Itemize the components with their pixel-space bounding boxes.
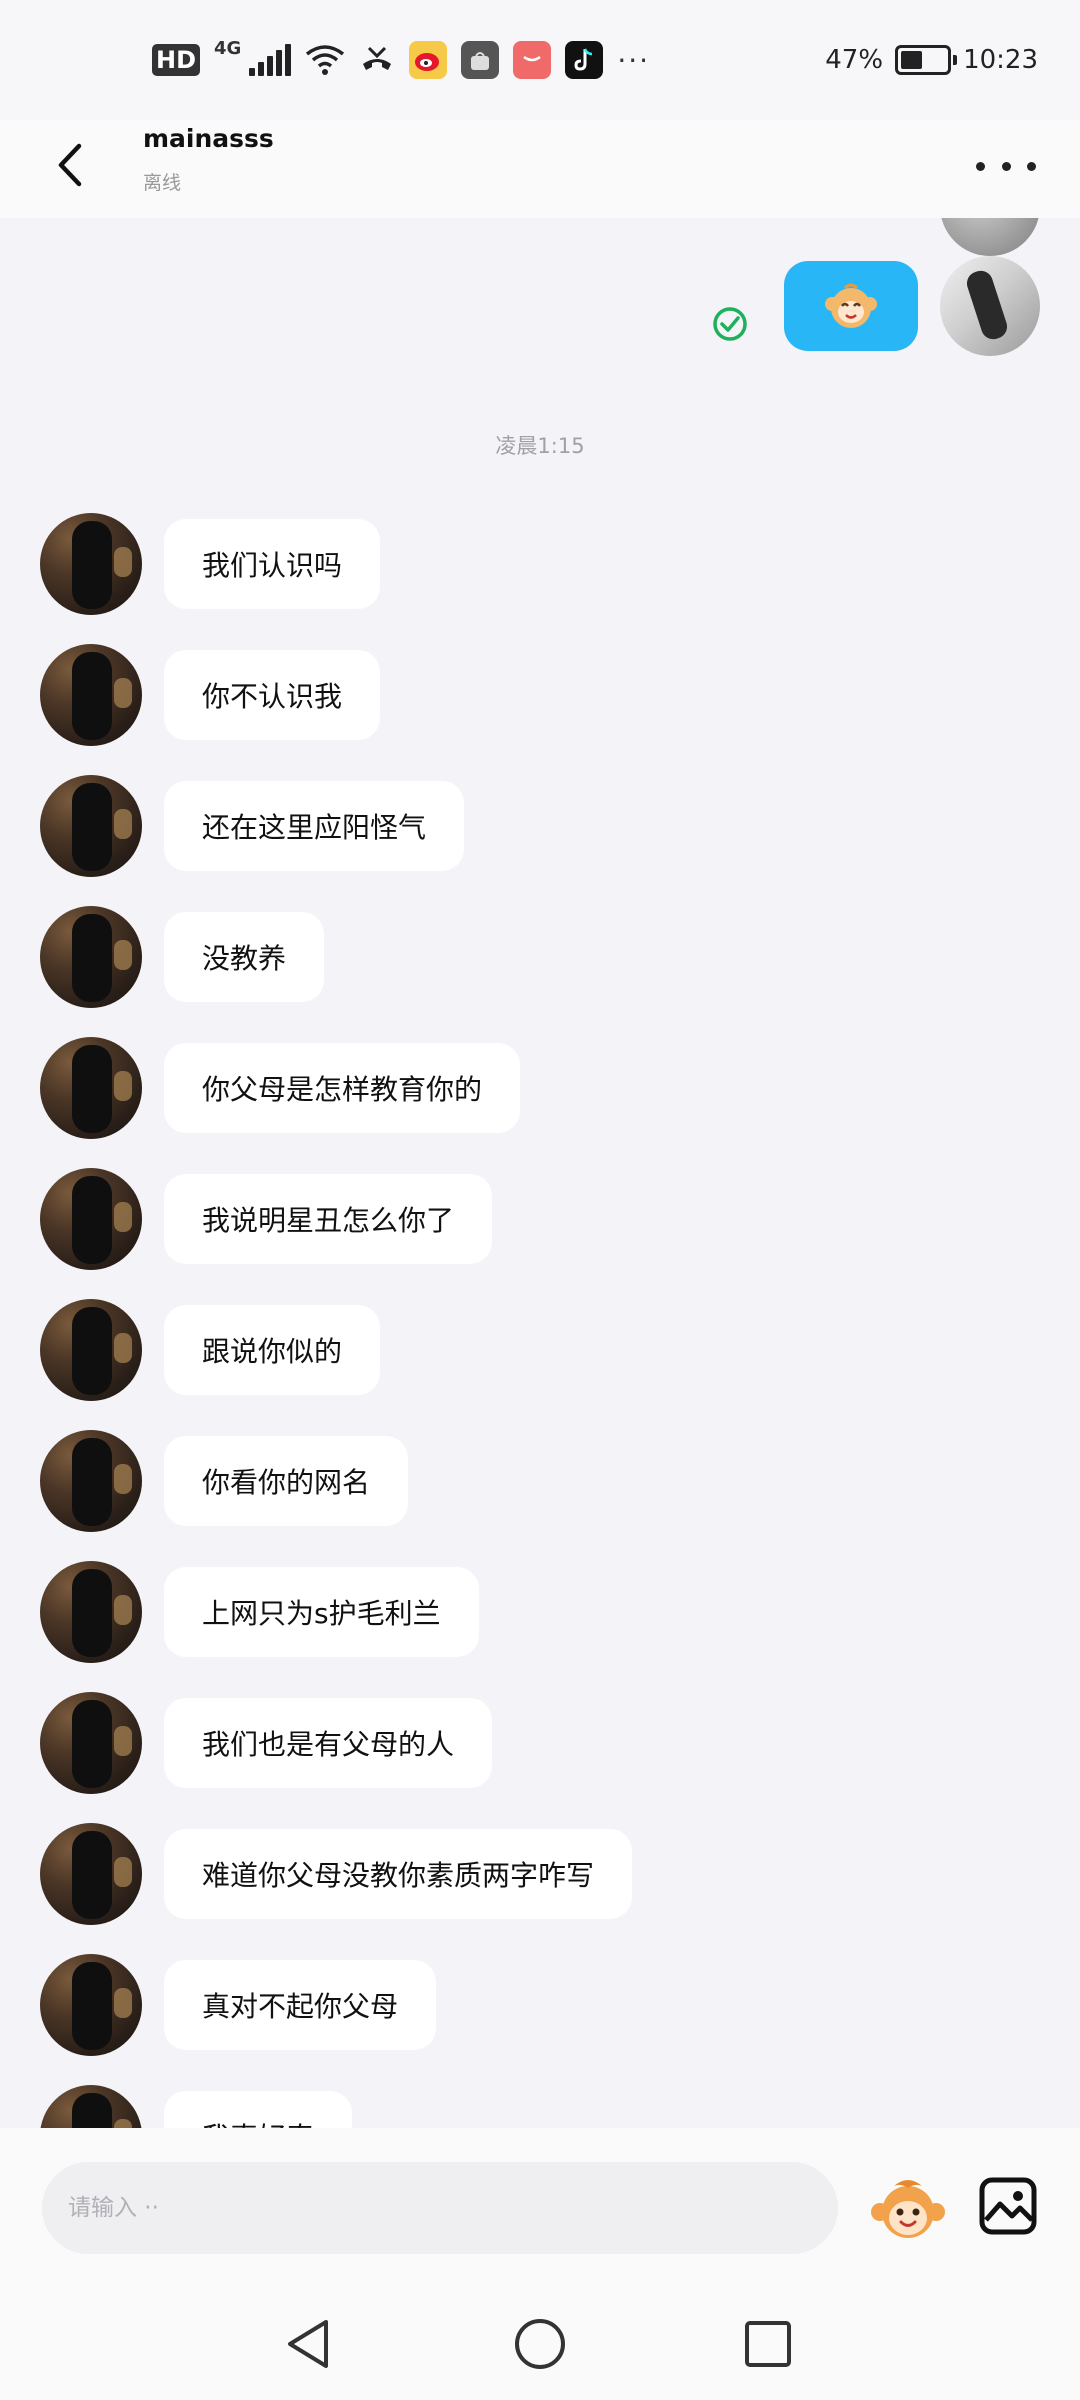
missed-call-icon [363, 46, 392, 70]
message-bubble[interactable]: 没教养 [164, 911, 325, 1002]
weibo-app-icon [409, 41, 448, 79]
wifi-icon [306, 45, 345, 75]
avatar[interactable] [40, 643, 142, 746]
avatar[interactable] [40, 1691, 142, 1794]
sticker-message-bubble[interactable] [784, 261, 918, 351]
avatar[interactable] [40, 1429, 142, 1532]
list-item: 上网只为s护毛利兰 [40, 1546, 632, 1677]
nav-recents-button[interactable] [728, 2304, 808, 2384]
avatar[interactable] [40, 512, 142, 615]
contact-status: 离线 [143, 172, 182, 194]
received-message-list: 我们认识吗 你不认识我 还在这里应阳怪气 没教养 你父母是怎样教育你的 我说明星… [40, 498, 633, 2128]
avatar [940, 218, 1040, 256]
battery-icon [895, 45, 958, 75]
list-item: 你看你的网名 [40, 1415, 632, 1546]
back-button[interactable] [40, 130, 100, 200]
message-timestamp: 凌晨1:15 [495, 434, 585, 458]
image-button[interactable] [976, 2174, 1040, 2238]
message-bubble[interactable]: 上网只为s护毛利兰 [164, 1566, 479, 1657]
list-item: 我们认识吗 [40, 498, 632, 629]
battery-level-fill [901, 51, 922, 69]
more-options-button[interactable] [976, 146, 1036, 186]
circle-home-icon [515, 2319, 565, 2369]
more-horizontal-icon [976, 161, 985, 171]
message-bubble[interactable]: 我们认识吗 [164, 518, 381, 609]
monkey-emoji-icon [871, 2180, 945, 2238]
avatar[interactable] [40, 1560, 142, 1663]
list-item: 我真好奇 [40, 2070, 632, 2128]
avatar[interactable] [40, 1298, 142, 1401]
avatar[interactable] [40, 1167, 142, 1270]
message-bubble[interactable]: 你不认识我 [164, 649, 381, 740]
avatar[interactable] [40, 1822, 142, 1925]
message-bubble[interactable]: 你看你的网名 [164, 1435, 409, 1526]
shopping-app-icon [513, 41, 552, 79]
bag-app-icon [461, 41, 500, 79]
message-bubble[interactable]: 真对不起你父母 [164, 1959, 437, 2050]
chat-messages[interactable]: 凌晨1:15 我们认识吗 你不认识我 还在这里应阳怪气 没教养 你父母是怎样教育… [0, 218, 1080, 2128]
system-navigation-bar [0, 2288, 1080, 2400]
hd-indicator: HD [152, 44, 201, 76]
message-bubble[interactable]: 跟说你似的 [164, 1304, 381, 1395]
message-input[interactable] [42, 2162, 838, 2254]
chevron-left-icon [58, 143, 82, 187]
nav-home-button[interactable] [500, 2304, 580, 2384]
message-bubble[interactable]: 你父母是怎样教育你的 [164, 1042, 521, 1133]
message-input-bar [0, 2128, 1080, 2288]
clock: 10:23 [963, 45, 1038, 75]
avatar[interactable] [40, 1036, 142, 1139]
triangle-back-icon [288, 2320, 328, 2368]
avatar[interactable] [40, 1953, 142, 2056]
list-item: 没教养 [40, 891, 632, 1022]
chat-header: mainasss 离线 [0, 120, 1080, 219]
list-item: 跟说你似的 [40, 1284, 632, 1415]
sent-message [712, 256, 1040, 356]
message-bubble[interactable]: 还在这里应阳怪气 [164, 780, 465, 871]
avatar[interactable] [40, 905, 142, 1008]
square-recents-icon [745, 2321, 791, 2367]
list-item: 难道你父母没教你素质两字咋写 [40, 1808, 633, 1939]
status-bar: HD 4G ··· 47% 10:23 [0, 0, 1080, 120]
avatar[interactable] [940, 256, 1040, 356]
message-bubble[interactable]: 我们也是有父母的人 [164, 1697, 493, 1788]
status-icons-left: HD 4G ··· [152, 36, 650, 84]
avatar[interactable] [40, 2084, 142, 2128]
contact-name[interactable]: mainasss [143, 124, 274, 153]
more-notifications-indicator: ··· [617, 43, 651, 77]
signal-icon [249, 44, 292, 76]
list-item: 你不认识我 [40, 629, 632, 760]
list-item: 真对不起你父母 [40, 1939, 632, 2070]
message-bubble[interactable]: 难道你父母没教你素质两字咋写 [164, 1828, 633, 1919]
emoji-button[interactable] [868, 2174, 948, 2244]
status-icons-right: 47% 10:23 [825, 36, 1038, 84]
message-bubble[interactable]: 我说明星丑怎么你了 [164, 1173, 493, 1264]
list-item: 我们也是有父母的人 [40, 1677, 632, 1808]
list-item: 你父母是怎样教育你的 [40, 1022, 632, 1153]
list-item: 还在这里应阳怪气 [40, 760, 632, 891]
tiktok-app-icon [565, 41, 604, 79]
monkey-sticker-icon [825, 283, 877, 328]
message-bubble[interactable]: 我真好奇 [164, 2090, 353, 2128]
list-item: 我说明星丑怎么你了 [40, 1153, 632, 1284]
network-type: 4G [214, 37, 242, 59]
avatar[interactable] [40, 774, 142, 877]
battery-percent: 47% [825, 45, 884, 75]
nav-back-button[interactable] [268, 2304, 348, 2384]
image-icon [979, 2177, 1037, 2235]
check-circle-icon [713, 307, 747, 341]
